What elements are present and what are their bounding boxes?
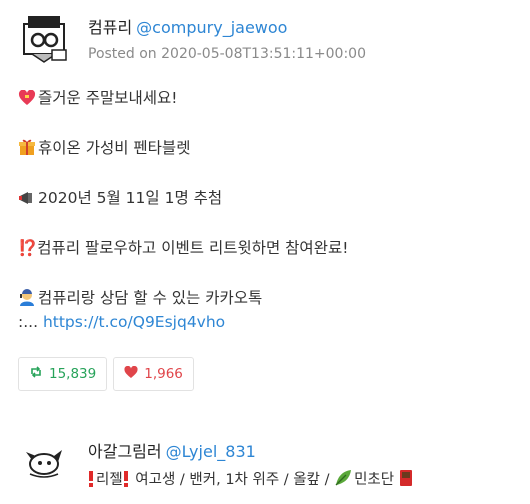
user-bio: 리젤 여고생 / 밴커, 1차 위주 / 올캎 / 민초단 xyxy=(88,468,415,491)
avatar[interactable] xyxy=(18,434,70,486)
text-line: 휴이온 가성비 펜타블렛 xyxy=(18,136,508,160)
gift-icon xyxy=(18,138,36,163)
bio-text: 리젤 xyxy=(96,472,123,488)
megaphone-icon xyxy=(18,189,36,213)
bio-text: 민초단 xyxy=(354,472,395,488)
text-line: :... https://t.co/Q9Esjq4vho xyxy=(18,310,508,334)
line-text: 즐거운 주말보내세요! xyxy=(38,89,178,107)
text-line: 컴퓨리랑 상담 할 수 있는 카카오톡 xyxy=(18,286,508,310)
display-name[interactable]: 컴퓨리 xyxy=(88,18,132,37)
like-button[interactable]: 1,966 xyxy=(113,357,194,391)
text-line: 2020년 5월 11일 1명 추첨 xyxy=(18,186,508,210)
line-prefix: :... xyxy=(18,313,39,331)
line-text: 컴퓨리랑 상담 할 수 있는 카카오톡 xyxy=(38,289,263,307)
bio-text: 여고생 / 밴커, 1차 위주 / 올캎 / xyxy=(135,472,330,488)
tweet-1: 컴퓨리 @compury_jaewoo Posted on 2020-05-08T… xyxy=(0,0,530,410)
retweet-icon xyxy=(29,365,49,383)
retweet-button[interactable]: 15,839 xyxy=(18,357,108,391)
chocolate-icon xyxy=(399,469,413,491)
avatar[interactable] xyxy=(18,14,70,66)
tweet-header: 아갈그림러 @Lyjel_831 xyxy=(88,438,256,462)
like-count: 1,966 xyxy=(144,366,183,382)
heart-icon xyxy=(124,365,144,383)
user-handle[interactable]: @Lyjel_831 xyxy=(166,442,256,461)
exclamation-icon xyxy=(88,471,94,491)
tweet-header: 컴퓨리 @compury_jaewoo Posted on 2020-05-08T… xyxy=(88,14,366,62)
tweet-stats: 15,839 1,966 xyxy=(18,357,194,391)
text-line: 즐거운 주말보내세요! xyxy=(18,86,508,110)
tweet-link[interactable]: https://t.co/Q9Esjq4vho xyxy=(43,313,225,331)
leaf-icon xyxy=(334,469,352,491)
tweet-body: 즐거운 주말보내세요! 휴이온 가성비 펜타블렛 2020년 5월 11일 1명… xyxy=(18,86,508,334)
tweet-2: 아갈그림러 @Lyjel_831 리젤 여고생 / 밴커, 1차 위주 / 올캎 … xyxy=(0,410,530,504)
posted-timestamp: Posted on 2020-05-08T13:51:11+00:00 xyxy=(88,46,366,62)
user-handle[interactable]: @compury_jaewoo xyxy=(136,18,287,37)
retweet-count: 15,839 xyxy=(49,366,97,382)
text-line: ⁉️컴퓨리 팔로우하고 이벤트 리트윗하면 참여완료! xyxy=(18,239,349,257)
line-text: 2020년 5월 11일 1명 추첨 xyxy=(38,189,223,207)
display-name[interactable]: 아갈그림러 xyxy=(88,442,162,461)
heart-ribbon-icon xyxy=(18,89,36,113)
line-text: 휴이온 가성비 펜타블렛 xyxy=(38,139,191,157)
exclamation-icon xyxy=(123,471,129,491)
